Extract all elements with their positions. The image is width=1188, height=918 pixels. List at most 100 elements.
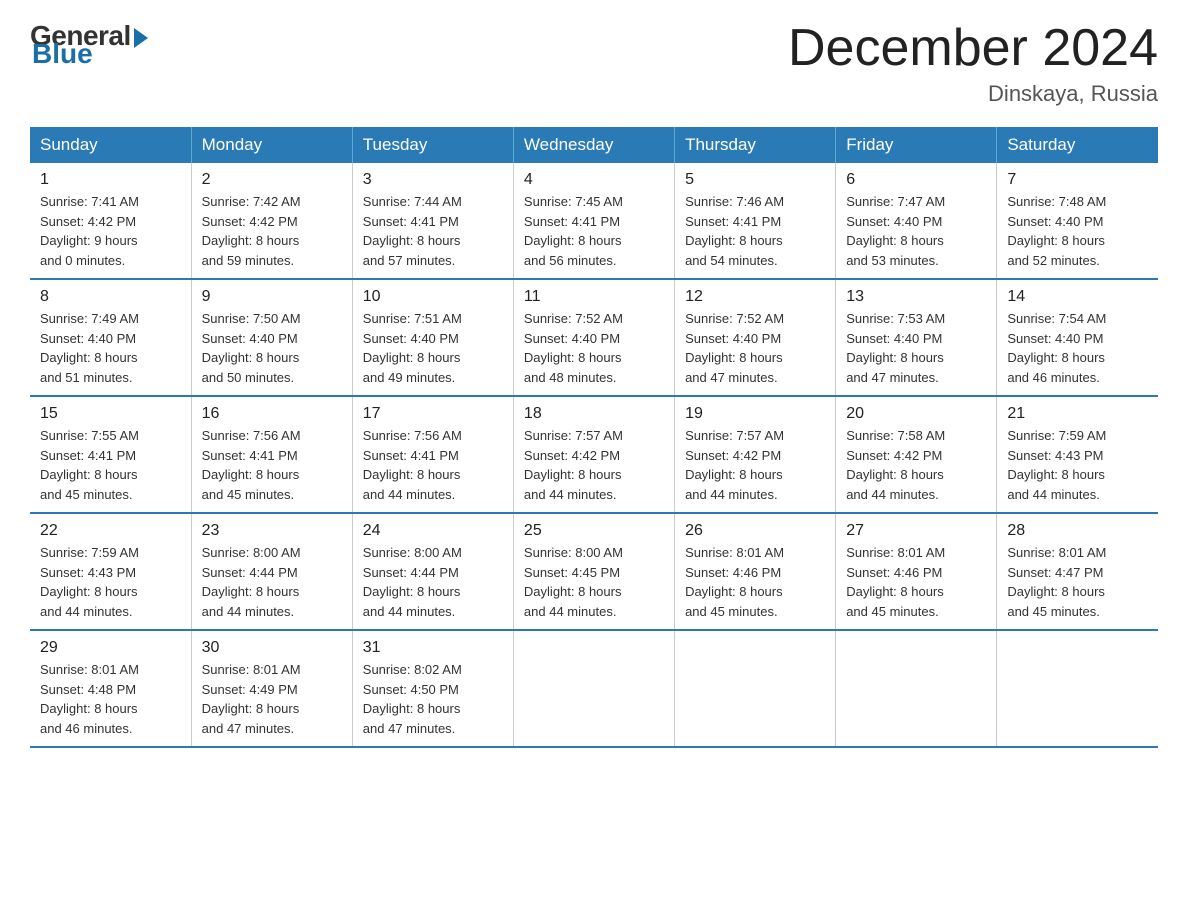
day-number: 3	[363, 171, 503, 189]
day-info: Sunrise: 7:52 AMSunset: 4:40 PMDaylight:…	[524, 309, 664, 387]
calendar-cell: 5Sunrise: 7:46 AMSunset: 4:41 PMDaylight…	[675, 163, 836, 279]
calendar-cell: 7Sunrise: 7:48 AMSunset: 4:40 PMDaylight…	[997, 163, 1158, 279]
day-number: 9	[202, 288, 342, 306]
day-info: Sunrise: 7:57 AMSunset: 4:42 PMDaylight:…	[524, 426, 664, 504]
calendar-cell: 18Sunrise: 7:57 AMSunset: 4:42 PMDayligh…	[513, 396, 674, 513]
calendar-cell: 21 Sunrise: 7:59 AMSunset: 4:43 PMDayligh…	[997, 396, 1158, 513]
calendar-cell: 27 Sunrise: 8:01 AMSunset: 4:46 PMDayligh…	[836, 513, 997, 630]
day-info: Sunrise: 7:59 AMSunset: 4:43 PMDaylight:…	[40, 543, 181, 621]
week-row-2: 8 Sunrise: 7:49 AMSunset: 4:40 PMDaylight…	[30, 279, 1158, 396]
day-number: 2	[202, 171, 342, 189]
calendar-cell	[675, 630, 836, 747]
calendar-cell: 25 Sunrise: 8:00 AMSunset: 4:45 PMDayligh…	[513, 513, 674, 630]
day-number: 1	[40, 171, 181, 189]
day-number: 8	[40, 288, 181, 306]
logo: General Blue	[30, 20, 148, 70]
day-number: 13	[846, 288, 986, 306]
calendar-cell: 19 Sunrise: 7:57 AMSunset: 4:42 PMDayligh…	[675, 396, 836, 513]
header-monday: Monday	[191, 127, 352, 163]
calendar-cell: 23 Sunrise: 8:00 AMSunset: 4:44 PMDayligh…	[191, 513, 352, 630]
calendar-cell: 22 Sunrise: 7:59 AMSunset: 4:43 PMDayligh…	[30, 513, 191, 630]
day-number: 24	[363, 522, 503, 540]
day-info: Sunrise: 8:00 AMSunset: 4:44 PMDaylight:…	[363, 543, 503, 621]
day-number: 17	[363, 405, 503, 423]
header-friday: Friday	[836, 127, 997, 163]
day-info: Sunrise: 7:56 AMSunset: 4:41 PMDaylight:…	[202, 426, 342, 504]
day-number: 5	[685, 171, 825, 189]
calendar-cell: 13Sunrise: 7:53 AMSunset: 4:40 PMDayligh…	[836, 279, 997, 396]
header-saturday: Saturday	[997, 127, 1158, 163]
day-info: Sunrise: 7:58 AMSunset: 4:42 PMDaylight:…	[846, 426, 986, 504]
day-number: 21	[1007, 405, 1148, 423]
calendar-cell: 10 Sunrise: 7:51 AMSunset: 4:40 PMDayligh…	[352, 279, 513, 396]
day-info: Sunrise: 8:01 AMSunset: 4:47 PMDaylight:…	[1007, 543, 1148, 621]
calendar-cell: 26Sunrise: 8:01 AMSunset: 4:46 PMDayligh…	[675, 513, 836, 630]
day-info: Sunrise: 7:55 AMSunset: 4:41 PMDaylight:…	[40, 426, 181, 504]
day-info: Sunrise: 8:01 AMSunset: 4:46 PMDaylight:…	[685, 543, 825, 621]
day-info: Sunrise: 7:56 AMSunset: 4:41 PMDaylight:…	[363, 426, 503, 504]
calendar-cell: 8 Sunrise: 7:49 AMSunset: 4:40 PMDaylight…	[30, 279, 191, 396]
calendar-header: SundayMondayTuesdayWednesdayThursdayFrid…	[30, 127, 1158, 163]
day-info: Sunrise: 7:41 AMSunset: 4:42 PMDaylight:…	[40, 192, 181, 270]
day-info: Sunrise: 7:52 AMSunset: 4:40 PMDaylight:…	[685, 309, 825, 387]
day-info: Sunrise: 8:00 AMSunset: 4:44 PMDaylight:…	[202, 543, 342, 621]
calendar-cell: 17 Sunrise: 7:56 AMSunset: 4:41 PMDayligh…	[352, 396, 513, 513]
calendar-body: 1 Sunrise: 7:41 AMSunset: 4:42 PMDaylight…	[30, 163, 1158, 747]
page-header: General Blue December 2024 Dinskaya, Rus…	[30, 20, 1158, 107]
calendar-cell: 2 Sunrise: 7:42 AMSunset: 4:42 PMDaylight…	[191, 163, 352, 279]
month-title: December 2024	[788, 20, 1158, 77]
calendar-cell: 24 Sunrise: 8:00 AMSunset: 4:44 PMDayligh…	[352, 513, 513, 630]
day-info: Sunrise: 7:54 AMSunset: 4:40 PMDaylight:…	[1007, 309, 1148, 387]
calendar-cell: 30 Sunrise: 8:01 AMSunset: 4:49 PMDayligh…	[191, 630, 352, 747]
day-number: 27	[846, 522, 986, 540]
calendar-cell: 9 Sunrise: 7:50 AMSunset: 4:40 PMDaylight…	[191, 279, 352, 396]
calendar-cell: 1 Sunrise: 7:41 AMSunset: 4:42 PMDaylight…	[30, 163, 191, 279]
day-info: Sunrise: 7:50 AMSunset: 4:40 PMDaylight:…	[202, 309, 342, 387]
header-sunday: Sunday	[30, 127, 191, 163]
location: Dinskaya, Russia	[788, 81, 1158, 107]
calendar-cell: 12 Sunrise: 7:52 AMSunset: 4:40 PMDayligh…	[675, 279, 836, 396]
day-info: Sunrise: 8:00 AMSunset: 4:45 PMDaylight:…	[524, 543, 664, 621]
day-number: 7	[1007, 171, 1148, 189]
calendar-cell	[997, 630, 1158, 747]
day-info: Sunrise: 7:59 AMSunset: 4:43 PMDaylight:…	[1007, 426, 1148, 504]
day-info: Sunrise: 8:01 AMSunset: 4:46 PMDaylight:…	[846, 543, 986, 621]
calendar-cell: 16 Sunrise: 7:56 AMSunset: 4:41 PMDayligh…	[191, 396, 352, 513]
day-info: Sunrise: 8:02 AMSunset: 4:50 PMDaylight:…	[363, 660, 503, 738]
day-info: Sunrise: 8:01 AMSunset: 4:49 PMDaylight:…	[202, 660, 342, 738]
header-thursday: Thursday	[675, 127, 836, 163]
day-info: Sunrise: 7:57 AMSunset: 4:42 PMDaylight:…	[685, 426, 825, 504]
calendar-cell: 20 Sunrise: 7:58 AMSunset: 4:42 PMDayligh…	[836, 396, 997, 513]
header-tuesday: Tuesday	[352, 127, 513, 163]
calendar-cell: 28Sunrise: 8:01 AMSunset: 4:47 PMDayligh…	[997, 513, 1158, 630]
calendar-cell: 4Sunrise: 7:45 AMSunset: 4:41 PMDaylight…	[513, 163, 674, 279]
day-number: 20	[846, 405, 986, 423]
title-area: December 2024 Dinskaya, Russia	[788, 20, 1158, 107]
calendar-cell: 15Sunrise: 7:55 AMSunset: 4:41 PMDayligh…	[30, 396, 191, 513]
day-info: Sunrise: 7:49 AMSunset: 4:40 PMDaylight:…	[40, 309, 181, 387]
day-number: 23	[202, 522, 342, 540]
day-number: 25	[524, 522, 664, 540]
calendar-table: SundayMondayTuesdayWednesdayThursdayFrid…	[30, 127, 1158, 748]
calendar-cell	[836, 630, 997, 747]
calendar-cell: 6 Sunrise: 7:47 AMSunset: 4:40 PMDaylight…	[836, 163, 997, 279]
day-number: 6	[846, 171, 986, 189]
header-wednesday: Wednesday	[513, 127, 674, 163]
calendar-cell: 29Sunrise: 8:01 AMSunset: 4:48 PMDayligh…	[30, 630, 191, 747]
week-row-4: 22 Sunrise: 7:59 AMSunset: 4:43 PMDayligh…	[30, 513, 1158, 630]
day-number: 31	[363, 639, 503, 657]
calendar-cell	[513, 630, 674, 747]
day-number: 11	[524, 288, 664, 306]
day-info: Sunrise: 8:01 AMSunset: 4:48 PMDaylight:…	[40, 660, 181, 738]
day-info: Sunrise: 7:51 AMSunset: 4:40 PMDaylight:…	[363, 309, 503, 387]
day-info: Sunrise: 7:44 AMSunset: 4:41 PMDaylight:…	[363, 192, 503, 270]
day-info: Sunrise: 7:47 AMSunset: 4:40 PMDaylight:…	[846, 192, 986, 270]
day-info: Sunrise: 7:42 AMSunset: 4:42 PMDaylight:…	[202, 192, 342, 270]
day-number: 4	[524, 171, 664, 189]
day-number: 10	[363, 288, 503, 306]
day-number: 16	[202, 405, 342, 423]
day-number: 12	[685, 288, 825, 306]
day-number: 30	[202, 639, 342, 657]
day-number: 19	[685, 405, 825, 423]
day-number: 22	[40, 522, 181, 540]
